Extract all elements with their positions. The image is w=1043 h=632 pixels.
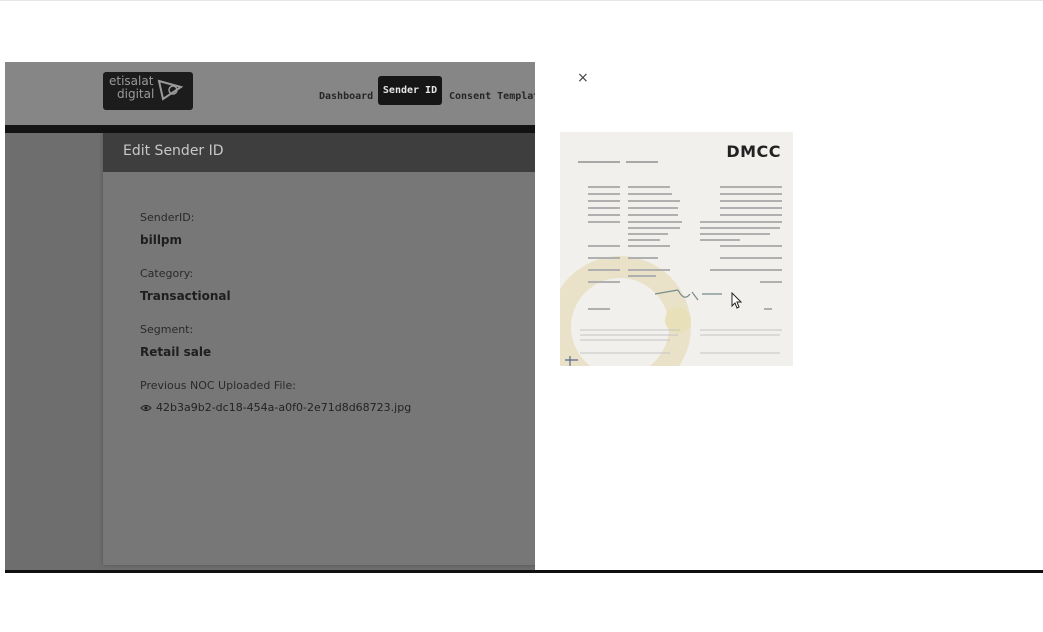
nav-sender-id[interactable]: Sender ID	[378, 76, 442, 105]
logo-line2: digital	[117, 87, 155, 101]
sender-id-label: SenderID:	[140, 211, 195, 224]
noc-label: Previous NOC Uploaded File:	[140, 379, 296, 392]
noc-document-preview-image[interactable]: DMCC	[560, 132, 793, 366]
nav-dashboard[interactable]: Dashboard	[319, 91, 373, 102]
dmcc-logo: DMCC	[726, 142, 781, 161]
nav-consent-template[interactable]: Consent Template	[449, 91, 545, 102]
eye-icon	[140, 404, 152, 411]
segment-label: Segment:	[140, 323, 194, 336]
segment-value: Retail sale	[140, 345, 212, 359]
document-scan-graphic	[560, 161, 782, 366]
bottom-divider	[5, 570, 1043, 573]
category-label: Category:	[140, 267, 194, 280]
page-title: Edit Sender ID	[123, 143, 224, 159]
file-preview-panel: × DMCC	[535, 62, 1043, 570]
noc-file-link[interactable]: 42b3a9b2-dc18-454a-a0f0-2e71d8d68723.jpg	[140, 401, 411, 414]
etisalat-digital-logo[interactable]: etisalat digital	[103, 72, 193, 110]
category-value: Transactional	[140, 289, 231, 303]
logo-swirl-icon	[157, 79, 184, 101]
window-top-border	[0, 0, 1043, 1]
noc-filename: 42b3a9b2-dc18-454a-a0f0-2e71d8d68723.jpg	[156, 401, 412, 414]
sender-id-value: billpm	[140, 233, 183, 247]
close-icon[interactable]: ×	[577, 70, 589, 86]
mouse-cursor-icon	[731, 292, 743, 309]
